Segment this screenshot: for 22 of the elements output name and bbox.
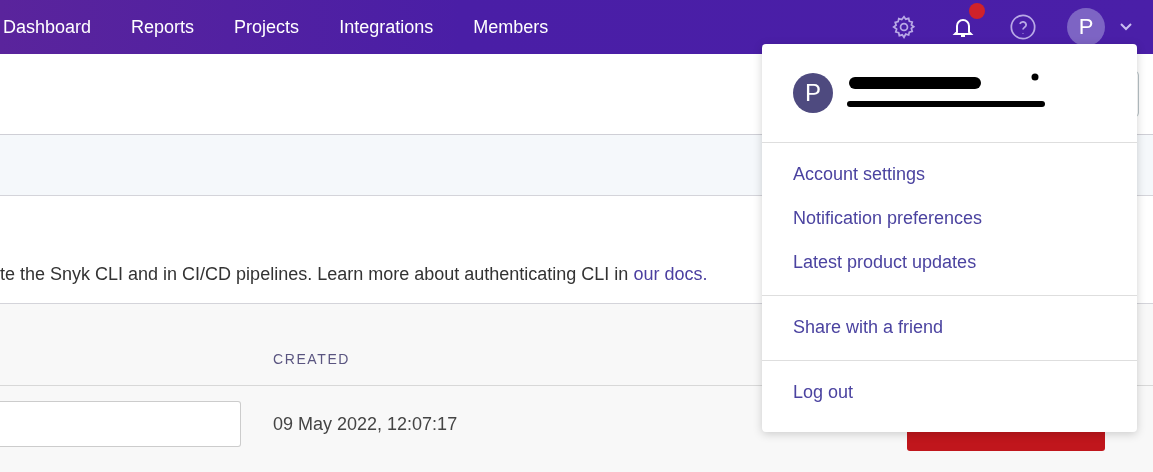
user-avatar: P — [793, 73, 833, 113]
menu-item[interactable]: Notification preferences — [762, 197, 1137, 241]
table-cell-text: 09 May 2022, 12:07:17 — [273, 413, 459, 435]
menu-item[interactable]: Account settings — [762, 153, 1137, 197]
help-icon — [1009, 13, 1037, 41]
settings-button[interactable] — [891, 14, 917, 40]
chevron-down-icon[interactable] — [1119, 22, 1133, 32]
settings-icon — [891, 14, 917, 40]
nav-link[interactable]: Reports — [131, 16, 195, 38]
input-field[interactable] — [0, 401, 241, 447]
menu-item[interactable]: Latest product updates — [762, 241, 1137, 285]
menu-item[interactable]: Share with a friend — [762, 306, 1137, 350]
user-avatar[interactable]: P — [1067, 8, 1105, 46]
docs-link[interactable]: our docs. — [633, 264, 708, 284]
nav-link[interactable]: Integrations — [339, 16, 434, 38]
nav-link[interactable]: Dashboard — [3, 16, 92, 38]
menu-item[interactable]: Log out — [762, 371, 1137, 415]
notification-badge — [969, 3, 985, 19]
nav-link[interactable]: Members — [473, 16, 549, 38]
column-header: CREATED — [273, 351, 351, 367]
help-button[interactable] — [1009, 13, 1037, 41]
nav-link[interactable]: Projects — [234, 16, 300, 38]
